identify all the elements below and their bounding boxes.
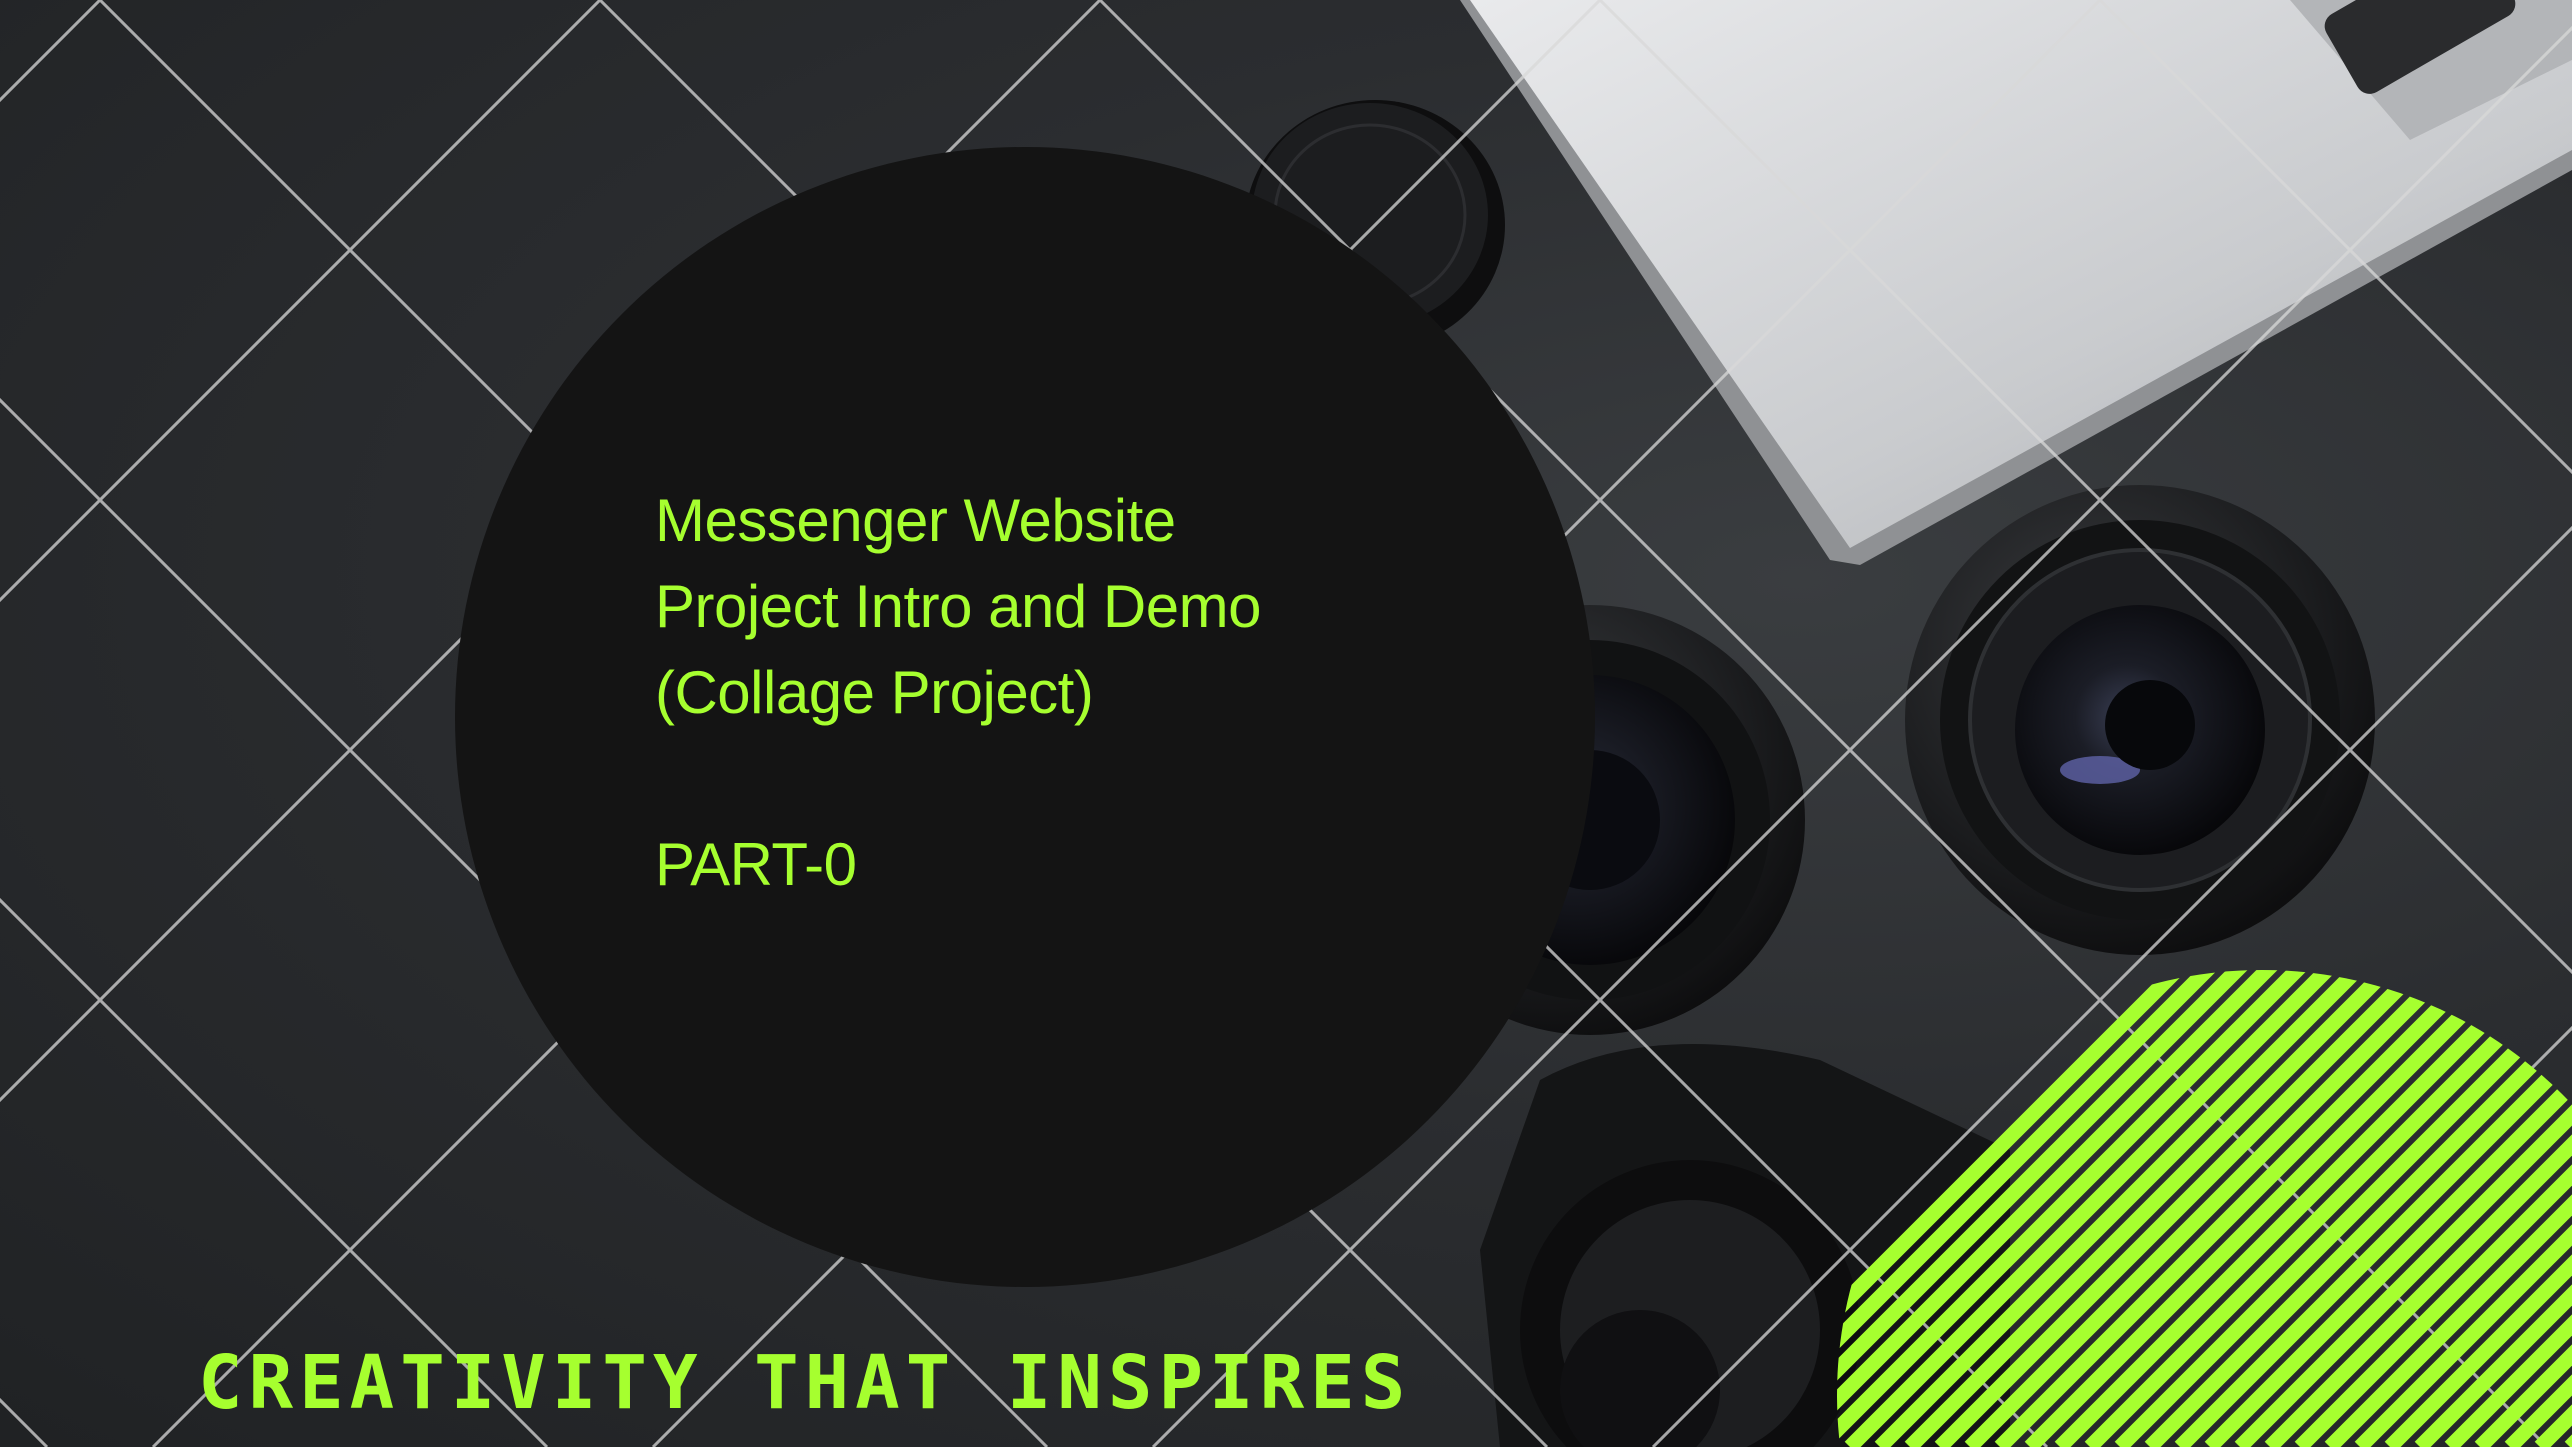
title-line-3: (Collage Project) <box>655 659 1094 726</box>
slide-canvas: Messenger Website Project Intro and Demo… <box>0 0 2572 1447</box>
camera-lens-right <box>1905 485 2375 955</box>
part-label: PART-0 <box>655 831 857 898</box>
tagline: CREATIVITY THAT INSPIRES <box>198 1340 1412 1426</box>
title-spacer <box>655 736 1475 822</box>
slide-title: Messenger Website Project Intro and Demo… <box>655 478 1475 908</box>
title-line-1: Messenger Website <box>655 487 1176 554</box>
title-line-2: Project Intro and Demo <box>655 573 1261 640</box>
